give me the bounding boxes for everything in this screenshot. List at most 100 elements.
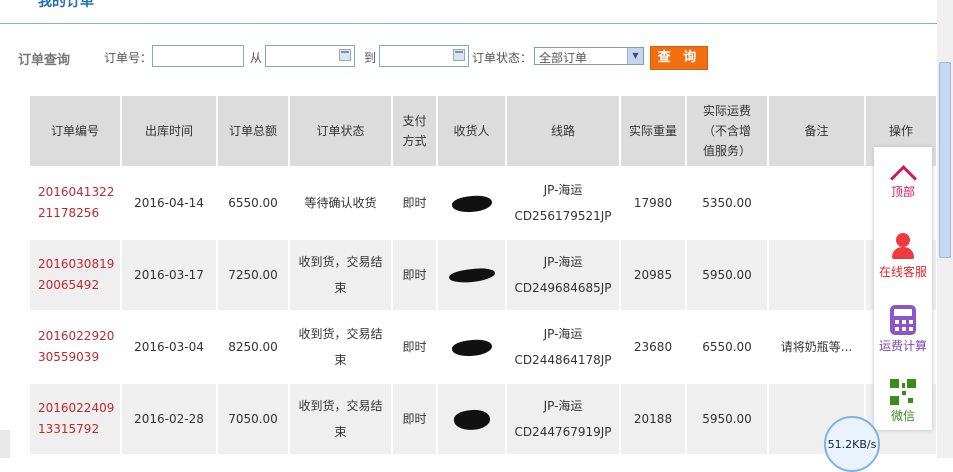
col-header-order-no: 订单编号 [30,96,122,167]
col-header-note: 备注 [768,96,866,167]
total-cell: 7050.00 [217,382,290,454]
freight-calculator-label: 运费计算 [878,339,927,353]
freight-cell: 5950.00 [686,382,769,454]
status-cell: 等待确认收货 [289,166,393,239]
order-number-link[interactable]: 2016022920 30559039 [30,310,122,383]
wechat-button[interactable]: 微信 [874,379,932,424]
orders-table: 订单编号 出库时间 订单总额 订单状态 支付 方式 收货人 线路 实际重量 实际运… [30,96,938,454]
order-no-label: 订单号： [104,51,153,65]
col-header-route: 线路 [506,96,621,167]
ship-date-cell: 2016-02-28 [121,382,218,454]
online-service-button[interactable]: 在线客服 [874,231,932,280]
customer-service-icon [889,231,917,261]
floating-toolbar: 顶部 在线客服 运费计算 微信 [874,147,932,430]
order-status-selected: 全部订单 [539,51,588,65]
weight-cell: 20985 [620,238,687,311]
weight-cell: 17980 [620,166,687,239]
network-speed-value: 51.2KB/s [827,438,877,451]
wechat-label: 微信 [890,409,915,423]
freight-calculator-button[interactable]: 运费计算 [874,305,932,354]
table-row: 2016030819 20065492 2016-03-17 7250.00 收到… [30,238,938,311]
order-number-link[interactable]: 2016041322 21178256 [30,166,122,239]
col-header-pay: 支付 方式 [392,96,438,167]
col-header-receiver: 收货人 [437,96,507,167]
order-number-part[interactable]: 2016022409 [38,401,114,415]
calendar-icon[interactable] [453,49,465,61]
route-cell: JP-海运 CD256179521JP [506,166,621,239]
total-cell: 8250.00 [217,310,290,383]
note-cell [768,166,866,239]
chevron-up-icon [888,163,918,181]
receiver-cell [437,166,507,239]
order-number-part[interactable]: 13315792 [38,422,99,436]
route-cell: JP-海运 CD249684685JP [506,238,621,311]
ship-date-cell: 2016-04-14 [121,166,218,239]
ship-date-cell: 2016-03-17 [121,238,218,311]
network-speed-widget[interactable]: 51.2KB/s [824,416,880,472]
status-line: 收到货，交易结 [298,327,383,341]
scrollbar-thumb[interactable] [939,62,951,258]
route-cell: JP-海运 CD244864178JP [506,310,621,383]
col-header-total: 订单总额 [217,96,290,167]
order-number-link[interactable]: 2016022409 13315792 [30,382,122,454]
table-header-row: 订单编号 出库时间 订单总额 订单状态 支付 方式 收货人 线路 实际重量 实际运… [30,96,938,167]
header-line: 值服务） [702,144,751,158]
order-status-select[interactable]: 全部订单 ▼ [534,47,644,65]
pay-cell: 即时 [392,382,438,454]
order-number-part[interactable]: 21178256 [38,206,99,220]
tracking-number: CD244864178JP [514,353,612,367]
order-number-link[interactable]: 2016030819 20065492 [30,238,122,311]
tracking-number: CD244767919JP [514,425,612,439]
chevron-down-icon[interactable]: ▼ [627,48,643,64]
status-line: 束 [334,425,347,439]
total-cell: 6550.00 [217,166,290,239]
order-no-input[interactable] [152,45,244,67]
ship-date-cell: 2016-03-04 [121,310,218,383]
note-cell: 请将奶瓶等... [768,310,866,383]
order-search-bar: 订单查询 订单号： 从 到 订单状态： 全部订单 ▼ 查 询 [0,44,937,70]
search-section-label: 订单查询 [18,53,71,68]
status-cell: 收到货，交易结束 [289,310,393,383]
order-number-part[interactable]: 2016041322 [38,185,114,199]
status-cell: 收到货，交易结束 [289,382,393,454]
receiver-cell [437,310,507,383]
order-number-part[interactable]: 2016022920 [38,329,114,343]
order-number-part[interactable]: 2016030819 [38,257,114,271]
status-label: 订单状态： [472,51,533,65]
header-line: 方式 [402,134,427,148]
col-header-freight: 实际运费 （不含增 值服务） [686,96,769,167]
redacted-name [450,336,493,359]
calculator-icon [890,305,916,335]
route-name: JP-海运 [543,255,583,269]
from-label: 从 [250,51,263,65]
freight-cell: 6550.00 [686,310,769,383]
status-line: 束 [334,353,347,367]
status-cell: 收到货，交易结束 [289,238,393,311]
person-head [896,233,910,247]
left-edge-panel [0,430,10,458]
person-body [892,247,914,259]
tracking-number: CD256179521JP [514,209,612,223]
freight-cell: 5350.00 [686,166,769,239]
table-row: 2016041322 21178256 2016-04-14 6550.00 等待… [30,166,938,239]
col-header-ship-date: 出库时间 [121,96,218,167]
order-number-part[interactable]: 30559039 [38,350,99,364]
status-line: 收到货，交易结 [298,399,383,413]
freight-cell: 5950.00 [686,238,769,311]
pay-cell: 即时 [392,166,438,239]
status-line: 束 [334,281,347,295]
redacted-name [452,407,491,432]
pay-cell: 即时 [392,310,438,383]
weight-cell: 23680 [620,310,687,383]
query-button[interactable]: 查 询 [650,46,708,70]
page-header: 我的订单 [0,0,937,24]
weight-cell: 20188 [620,382,687,454]
order-number-part[interactable]: 20065492 [38,278,99,292]
online-service-label: 在线客服 [878,265,927,279]
total-cell: 7250.00 [217,238,290,311]
calendar-icon[interactable] [339,49,351,61]
col-header-status: 订单状态 [289,96,393,167]
back-to-top-button[interactable]: 顶部 [874,163,932,200]
status-line: 收到货，交易结 [298,255,383,269]
to-label: 到 [364,51,377,65]
